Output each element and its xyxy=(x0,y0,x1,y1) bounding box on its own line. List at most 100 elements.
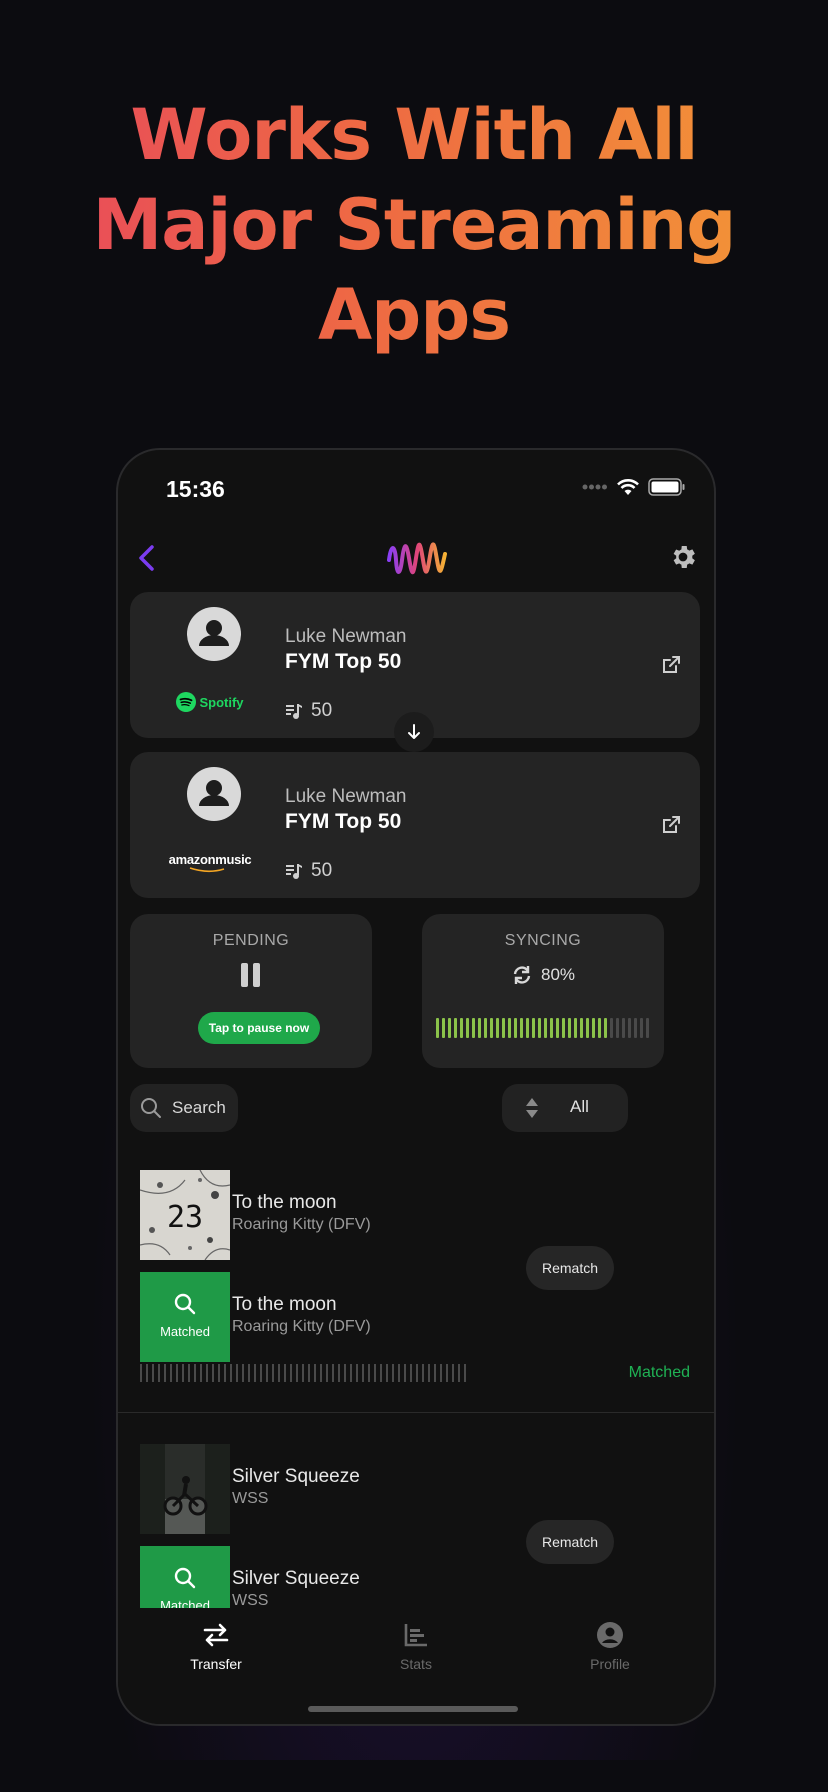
waveform-tick xyxy=(440,1364,442,1382)
progress-tick-filled xyxy=(502,1018,505,1038)
progress-tick-filled xyxy=(556,1018,559,1038)
syncing-title: SYNCING xyxy=(504,932,582,949)
waveform-tick xyxy=(230,1364,232,1382)
progress-tick-filled xyxy=(550,1018,553,1038)
tab-profile[interactable]: Profile xyxy=(550,1618,670,1672)
amazon-smile-icon xyxy=(189,866,225,872)
sort-icon xyxy=(526,1098,538,1118)
status-bar: 15:36 xyxy=(118,450,714,510)
waveform-tick xyxy=(176,1364,178,1382)
waveform-tick xyxy=(416,1364,418,1382)
source-track-count: 50 xyxy=(285,700,332,722)
waveform-tick xyxy=(410,1364,412,1382)
search-placeholder: Search xyxy=(172,1098,226,1117)
search-icon xyxy=(174,1293,196,1315)
progress-tick-filled xyxy=(478,1018,481,1038)
waveform-tick xyxy=(308,1364,310,1382)
profile-icon xyxy=(597,1622,623,1648)
amazon-music-wordmark: amazonmusic xyxy=(168,851,252,867)
filter-label: All xyxy=(570,1097,589,1116)
waveform-tick xyxy=(140,1364,142,1382)
waveform-tick xyxy=(278,1364,280,1382)
waveform-tick xyxy=(428,1364,430,1382)
waveform-tick xyxy=(356,1364,358,1382)
filter-dropdown[interactable]: All xyxy=(502,1084,628,1132)
destination-playlist-card[interactable]: amazonmusic Luke Newman FYM Top 50 50 xyxy=(130,752,700,898)
waveform-tick xyxy=(374,1364,376,1382)
transfer-arrows-icon xyxy=(203,1623,229,1647)
waveform-tick xyxy=(362,1364,364,1382)
matched-badge: Matched xyxy=(160,1324,210,1339)
nav-bar xyxy=(118,530,714,590)
external-link-icon[interactable] xyxy=(660,654,682,676)
waveform-tick xyxy=(200,1364,202,1382)
headline: Works With All Major Streaming Apps xyxy=(0,90,828,360)
home-indicator[interactable] xyxy=(308,1706,518,1712)
status-time: 15:36 xyxy=(166,476,225,502)
progress-tick-filled xyxy=(598,1018,601,1038)
matched-track-title: To the moon xyxy=(232,1294,337,1315)
tab-stats[interactable]: Stats xyxy=(356,1618,476,1672)
status-icons xyxy=(582,478,686,496)
spotify-wordmark: Spotify xyxy=(199,694,244,710)
external-link-icon[interactable] xyxy=(660,814,682,836)
source-owner: Luke Newman xyxy=(285,626,407,647)
tab-transfer[interactable]: Transfer xyxy=(156,1618,276,1672)
progress-tick-filled xyxy=(448,1018,451,1038)
waveform-tick xyxy=(446,1364,448,1382)
waveform-tick xyxy=(290,1364,292,1382)
waveform-tick xyxy=(380,1364,382,1382)
rematch-button[interactable]: Rematch xyxy=(526,1246,614,1290)
progress-tick-filled xyxy=(436,1018,439,1038)
pending-panel: PENDING Tap to pause now xyxy=(130,914,372,1068)
back-chevron-icon[interactable] xyxy=(128,538,168,578)
track-artwork xyxy=(140,1444,230,1534)
waveform-tick xyxy=(224,1364,226,1382)
track-artist: WSS xyxy=(232,1490,269,1507)
headline-line-2: Major Streaming xyxy=(92,184,736,266)
headline-line-1: Works With All xyxy=(130,94,698,176)
stats-chart-icon xyxy=(404,1624,427,1647)
avatar-icon xyxy=(187,607,241,661)
arrow-down-icon xyxy=(408,724,420,739)
progress-tick-filled xyxy=(490,1018,493,1038)
progress-tick-filled xyxy=(520,1018,523,1038)
progress-tick-empty xyxy=(622,1018,625,1038)
progress-tick-empty xyxy=(610,1018,613,1038)
settings-gear-icon[interactable] xyxy=(668,542,698,572)
progress-tick-filled xyxy=(532,1018,535,1038)
progress-tick-filled xyxy=(580,1018,583,1038)
progress-tick-filled xyxy=(442,1018,445,1038)
rematch-button[interactable]: Rematch xyxy=(526,1520,614,1564)
pause-icon xyxy=(241,963,260,987)
waveform-tick xyxy=(182,1364,184,1382)
waveform-tick xyxy=(350,1364,352,1382)
progress-tick-filled xyxy=(592,1018,595,1038)
track-title: To the moon xyxy=(232,1192,337,1213)
phone-frame: 15:36 Spotify Luke Newman FYM Top 50 50 xyxy=(116,448,716,1726)
waveform-tick xyxy=(398,1364,400,1382)
waveform-tick xyxy=(218,1364,220,1382)
waveform-tick xyxy=(434,1364,436,1382)
waveform-tick xyxy=(338,1364,340,1382)
pending-title: PENDING xyxy=(212,932,290,949)
waveform-tick xyxy=(392,1364,394,1382)
progress-tick-filled xyxy=(454,1018,457,1038)
waveform-tick xyxy=(404,1364,406,1382)
tab-profile-label: Profile xyxy=(590,1656,630,1672)
waveform-tick xyxy=(326,1364,328,1382)
search-box[interactable]: Search xyxy=(130,1084,238,1132)
amazon-music-logo: amazonmusic xyxy=(160,848,260,876)
sync-percent: 80% xyxy=(540,965,576,984)
waveform-tick xyxy=(314,1364,316,1382)
destination-count-value: 50 xyxy=(311,860,333,881)
syncing-panel: SYNCING 80% xyxy=(422,914,664,1068)
artwork-number: 23 xyxy=(167,1200,203,1235)
waveform-tick xyxy=(188,1364,190,1382)
matched-artwork: Matched xyxy=(140,1272,230,1362)
destination-track-count: 50 xyxy=(285,860,332,882)
waveform-tick xyxy=(302,1364,304,1382)
transfer-direction xyxy=(394,712,434,752)
tap-to-pause-button[interactable]: Tap to pause now xyxy=(198,1012,320,1044)
progress-tick-filled xyxy=(544,1018,547,1038)
